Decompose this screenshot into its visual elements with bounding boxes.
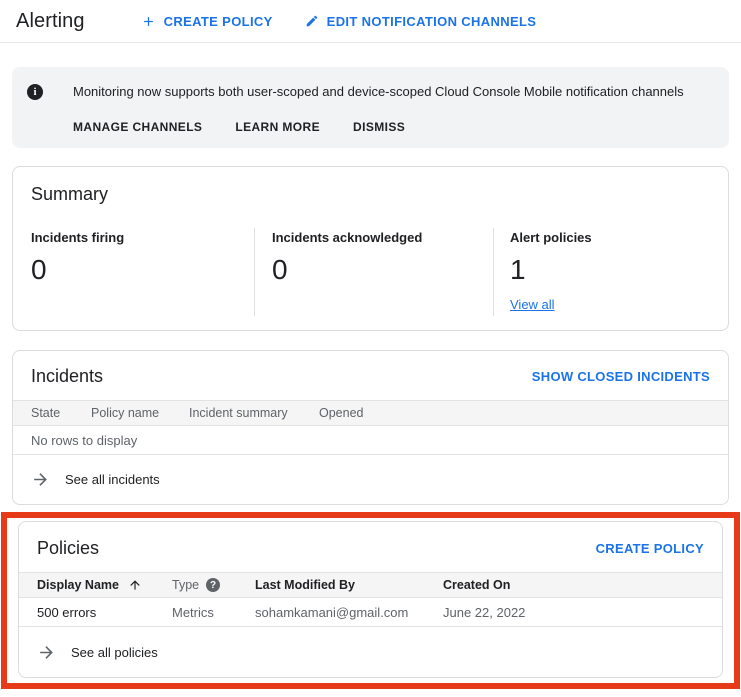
show-closed-incidents-button[interactable]: SHOW CLOSED INCIDENTS — [532, 369, 710, 384]
display-name-label: Display Name — [37, 578, 119, 592]
page-header: Alerting CREATE POLICY EDIT NOTIFICATION… — [0, 0, 741, 43]
stat-label: Incidents acknowledged — [272, 230, 493, 245]
incidents-card: Incidents SHOW CLOSED INCIDENTS State Po… — [12, 350, 729, 505]
column-header-type[interactable]: Type ? — [172, 578, 255, 592]
create-policy-link[interactable]: CREATE POLICY — [596, 541, 704, 556]
banner-actions: MANAGE CHANNELS LEARN MORE DISMISS — [73, 120, 684, 134]
summary-card: Summary Incidents firing 0 Incidents ack… — [12, 166, 729, 331]
summary-stats: Incidents firing 0 Incidents acknowledge… — [13, 228, 728, 316]
manage-channels-button[interactable]: MANAGE CHANNELS — [73, 120, 202, 134]
page-title: Alerting — [16, 10, 85, 33]
policies-card: Policies CREATE POLICY Display Name Type… — [18, 521, 723, 678]
stat-value: 0 — [272, 254, 493, 286]
policy-table-row[interactable]: 500 errors Metrics sohamkamani@gmail.com… — [19, 598, 722, 627]
arrow-right-icon — [37, 643, 56, 662]
create-policy-label: CREATE POLICY — [164, 14, 273, 29]
policies-title: Policies — [37, 538, 99, 559]
column-header-created-on[interactable]: Created On — [443, 578, 722, 592]
see-all-incidents-link[interactable]: See all incidents — [13, 455, 728, 504]
help-icon[interactable]: ? — [206, 578, 220, 592]
incidents-table-header: State Policy name Incident summary Opene… — [13, 400, 728, 426]
notification-banner: i Monitoring now supports both user-scop… — [12, 67, 729, 148]
policy-created-on: June 22, 2022 — [443, 605, 722, 620]
stat-label: Incidents firing — [31, 230, 254, 245]
dismiss-button[interactable]: DISMISS — [353, 120, 405, 134]
type-label: Type — [172, 578, 199, 592]
banner-body: Monitoring now supports both user-scoped… — [73, 80, 684, 148]
see-all-incidents-label: See all incidents — [65, 472, 160, 487]
incidents-title: Incidents — [31, 366, 103, 387]
edit-notification-channels-label: EDIT NOTIFICATION CHANNELS — [327, 14, 537, 29]
stat-value: 0 — [31, 254, 254, 286]
incidents-card-head: Incidents SHOW CLOSED INCIDENTS — [13, 351, 728, 400]
view-all-link[interactable]: View all — [510, 297, 555, 312]
see-all-policies-link[interactable]: See all policies — [19, 627, 722, 678]
stat-alert-policies: Alert policies 1 View all — [493, 228, 728, 316]
policy-display-name[interactable]: 500 errors — [37, 605, 172, 620]
annotation-highlight-box: Policies CREATE POLICY Display Name Type… — [1, 512, 740, 689]
stat-incidents-firing: Incidents firing 0 — [13, 228, 254, 316]
incidents-empty-row: No rows to display — [13, 426, 728, 455]
summary-title: Summary — [13, 184, 728, 205]
empty-message: No rows to display — [31, 433, 137, 448]
column-header-state[interactable]: State — [31, 406, 91, 420]
plus-icon — [141, 14, 156, 29]
stat-incidents-acknowledged: Incidents acknowledged 0 — [254, 228, 493, 316]
pencil-icon — [305, 14, 319, 28]
header-actions: CREATE POLICY EDIT NOTIFICATION CHANNELS — [141, 14, 537, 29]
policies-table-header: Display Name Type ? Last Modified By Cre… — [19, 572, 722, 598]
create-policy-button[interactable]: CREATE POLICY — [141, 14, 273, 29]
edit-notification-channels-button[interactable]: EDIT NOTIFICATION CHANNELS — [305, 14, 537, 29]
column-header-opened[interactable]: Opened — [319, 406, 728, 420]
info-icon: i — [27, 84, 43, 100]
policy-last-modified-by: sohamkamani@gmail.com — [255, 605, 443, 620]
column-header-policy-name[interactable]: Policy name — [91, 406, 189, 420]
sort-ascending-icon — [128, 578, 142, 592]
policies-card-head: Policies CREATE POLICY — [19, 522, 722, 572]
column-header-incident-summary[interactable]: Incident summary — [189, 406, 319, 420]
stat-label: Alert policies — [510, 230, 728, 245]
banner-message: Monitoring now supports both user-scoped… — [73, 80, 684, 100]
column-header-last-modified-by[interactable]: Last Modified By — [255, 578, 443, 592]
see-all-policies-label: See all policies — [71, 645, 158, 660]
column-header-display-name[interactable]: Display Name — [37, 578, 172, 592]
arrow-right-icon — [31, 470, 50, 489]
policy-type: Metrics — [172, 605, 255, 620]
learn-more-button[interactable]: LEARN MORE — [235, 120, 320, 134]
stat-value: 1 — [510, 254, 728, 286]
